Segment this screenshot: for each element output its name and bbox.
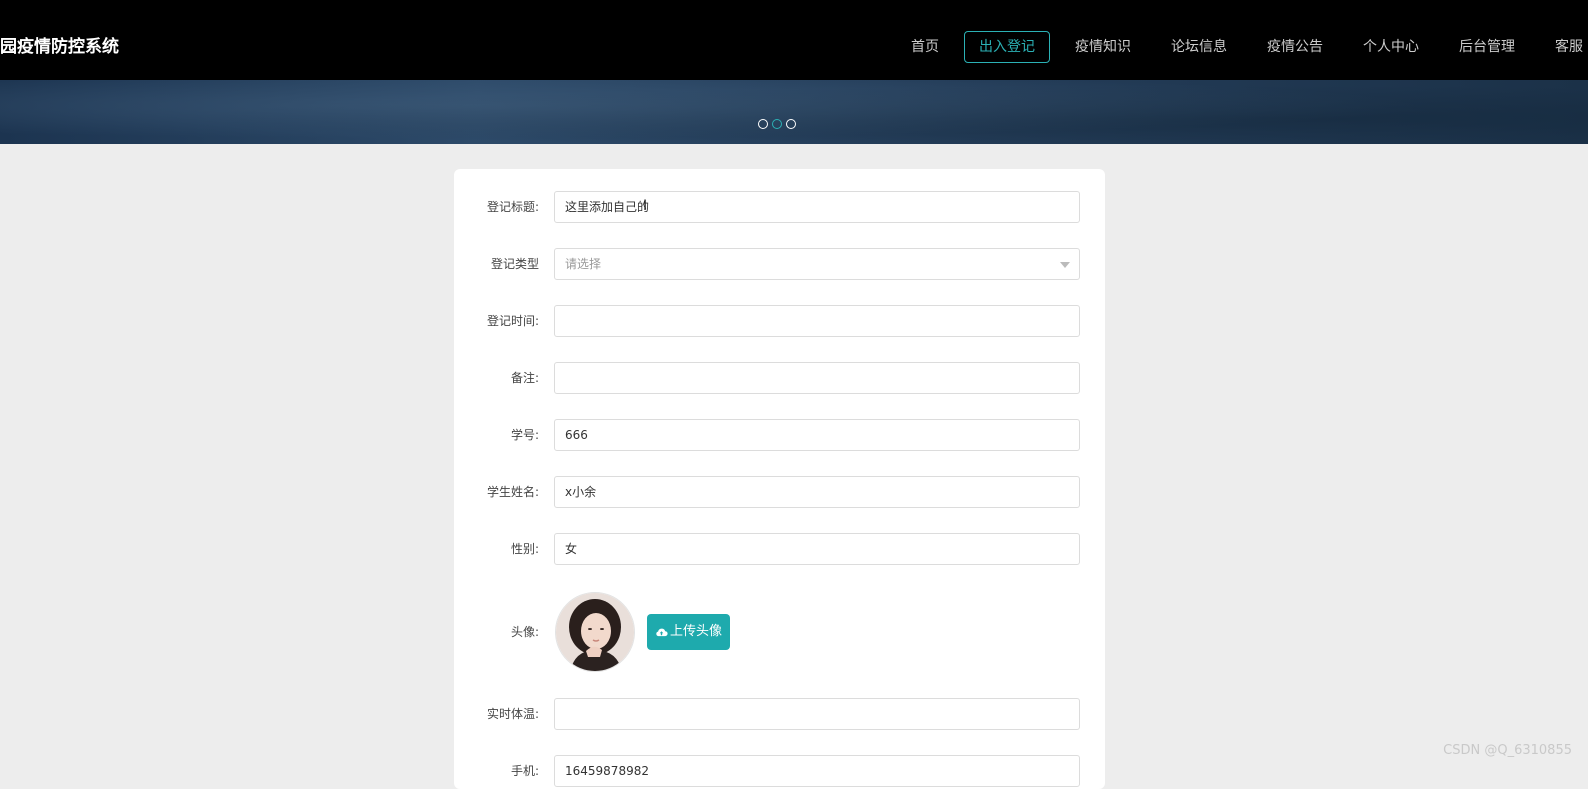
upload-avatar-button[interactable]: 上传头像: [647, 614, 731, 650]
watermark: CSDN @Q_6310855: [1443, 743, 1572, 758]
carousel-indicators: [758, 119, 800, 129]
gender-input[interactable]: 女: [554, 533, 1080, 565]
registration-form: 登记标题: 这里添加自己的 I 登记类型 请选择 登记时间: 备注: 学号: 6…: [454, 169, 1105, 789]
carousel-dot-1[interactable]: [758, 119, 768, 129]
banner-carousel: [0, 80, 1588, 144]
form-row-avatar: 头像: 上传头像: [454, 592, 1105, 672]
temperature-input[interactable]: [554, 698, 1080, 730]
time-input[interactable]: [554, 305, 1080, 337]
student-id-input[interactable]: 666: [554, 419, 1080, 451]
student-name-input[interactable]: x小余: [554, 476, 1080, 508]
nav-admin[interactable]: 后台管理: [1444, 31, 1530, 63]
phone-label: 手机:: [510, 764, 539, 778]
student-name-label: 学生姓名:: [486, 485, 539, 499]
avatar-photo: [556, 593, 634, 671]
site-title: 园疫情防控系统: [0, 37, 119, 57]
nav-personal-center[interactable]: 个人中心: [1348, 31, 1434, 63]
chevron-down-icon: [1060, 262, 1070, 268]
title-input[interactable]: 这里添加自己的 I: [554, 191, 1080, 223]
avatar: [555, 592, 635, 672]
text-cursor-icon: I: [643, 198, 648, 214]
cloud-upload-icon: [656, 628, 668, 637]
remark-label: 备注:: [510, 371, 539, 385]
type-select[interactable]: 请选择: [554, 248, 1080, 280]
carousel-dot-2[interactable]: [772, 119, 782, 129]
remark-input[interactable]: [554, 362, 1080, 394]
nav-entry-exit-registration[interactable]: 出入登记: [964, 31, 1050, 63]
nav-announcements[interactable]: 疫情公告: [1252, 31, 1338, 63]
title-label: 登记标题:: [486, 200, 539, 214]
nav-epidemic-knowledge[interactable]: 疫情知识: [1060, 31, 1146, 63]
gender-label: 性别:: [510, 542, 539, 556]
temperature-label: 实时体温:: [486, 707, 539, 721]
nav-customer-service[interactable]: 客服: [1540, 31, 1588, 63]
student-id-label: 学号:: [510, 428, 539, 442]
upload-avatar-label: 上传头像: [670, 624, 723, 639]
nav-forum[interactable]: 论坛信息: [1156, 31, 1242, 63]
carousel-dot-3[interactable]: [786, 119, 796, 129]
main-nav: 首页 出入登记 疫情知识 论坛信息 疫情公告 个人中心 后台管理 客服: [886, 31, 1588, 63]
avatar-label: 头像:: [510, 625, 539, 639]
title-input-value: 这里添加自己的: [565, 200, 650, 214]
phone-input[interactable]: 16459878982: [554, 755, 1080, 787]
type-select-placeholder: 请选择: [565, 257, 602, 271]
time-label: 登记时间:: [486, 314, 539, 328]
nav-home[interactable]: 首页: [896, 31, 954, 63]
type-label: 登记类型: [490, 257, 539, 271]
top-navbar: 园疫情防控系统 首页 出入登记 疫情知识 论坛信息 疫情公告 个人中心 后台管理…: [0, 0, 1588, 80]
